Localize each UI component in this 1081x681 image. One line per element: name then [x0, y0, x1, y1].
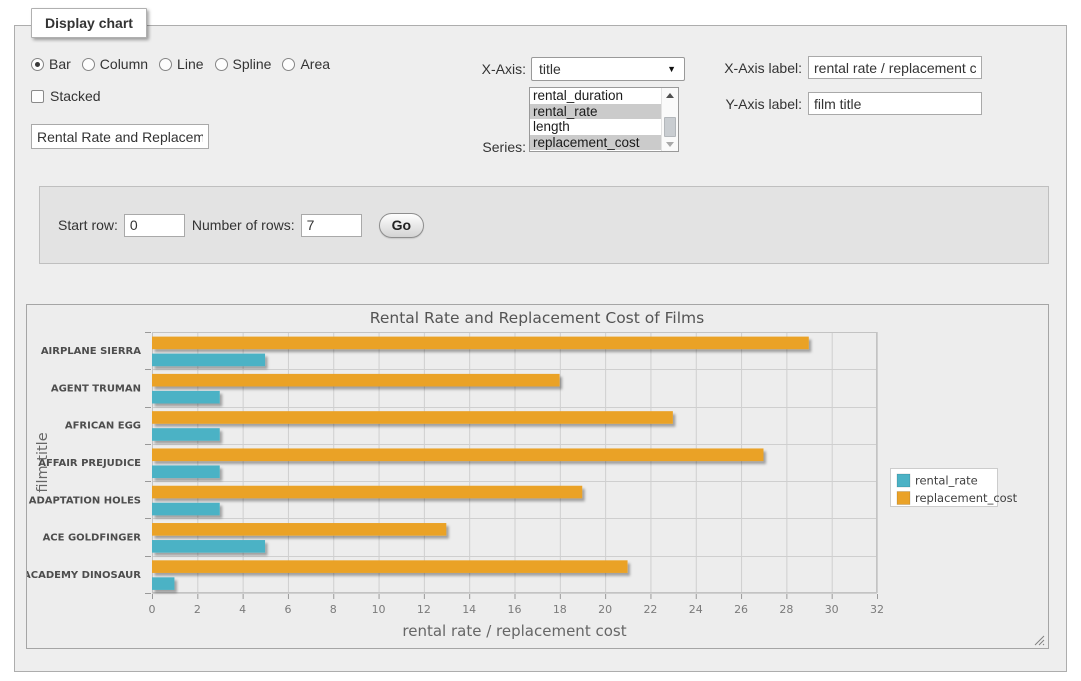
- start-row-input[interactable]: [124, 214, 185, 237]
- series-select-label: Series:: [410, 139, 526, 155]
- radio-label: Line: [177, 56, 203, 72]
- svg-text:12: 12: [417, 603, 431, 616]
- radio-icon[interactable]: [31, 58, 44, 71]
- svg-text:14: 14: [462, 603, 476, 616]
- svg-text:ACE GOLDFINGER: ACE GOLDFINGER: [43, 533, 142, 544]
- radio-label: Area: [300, 56, 330, 72]
- chart-container[interactable]: 02468101214161820222426283032AIRPLANE SI…: [26, 304, 1049, 649]
- svg-text:ADAPTATION HOLES: ADAPTATION HOLES: [29, 495, 141, 506]
- radio-icon[interactable]: [282, 58, 295, 71]
- radio-icon[interactable]: [215, 58, 228, 71]
- resize-handle-icon[interactable]: [1035, 636, 1044, 645]
- series-option-rental_duration[interactable]: rental_duration: [530, 88, 661, 104]
- svg-text:AFRICAN EGG: AFRICAN EGG: [65, 421, 141, 432]
- panel-title: Display chart: [31, 8, 147, 38]
- y-axis-label-input[interactable]: [808, 92, 982, 115]
- svg-text:AFFAIR PREJUDICE: AFFAIR PREJUDICE: [38, 458, 141, 469]
- x-axis-label-caption: X-Axis label:: [665, 60, 802, 76]
- svg-text:film title: film title: [35, 432, 51, 492]
- start-row-label: Start row:: [58, 217, 118, 233]
- svg-text:AGENT TRUMAN: AGENT TRUMAN: [51, 383, 141, 394]
- chart-type-option-area[interactable]: Area: [282, 56, 330, 72]
- go-button[interactable]: Go: [379, 213, 424, 238]
- x-axis-label-input[interactable]: [808, 56, 982, 79]
- svg-text:24: 24: [689, 603, 703, 616]
- scroll-down-icon[interactable]: [662, 137, 678, 151]
- svg-text:26: 26: [734, 603, 748, 616]
- series-listbox[interactable]: rental_durationrental_ratelengthreplacem…: [529, 87, 679, 152]
- svg-text:Rental Rate and Replacement Co: Rental Rate and Replacement Cost of Film…: [370, 309, 704, 327]
- svg-text:replacement_cost: replacement_cost: [915, 491, 1018, 505]
- radio-label: Bar: [49, 56, 71, 72]
- y-axis-label-caption: Y-Axis label:: [665, 96, 802, 112]
- series-options: rental_durationrental_ratelengthreplacem…: [530, 88, 661, 151]
- x-axis-select-label: X-Axis:: [410, 61, 526, 77]
- svg-text:AIRPLANE SIERRA: AIRPLANE SIERRA: [41, 346, 141, 357]
- svg-text:16: 16: [508, 603, 522, 616]
- svg-text:18: 18: [553, 603, 567, 616]
- chart-type-options: Bar Column Line Spline Area: [31, 56, 330, 72]
- stacked-label: Stacked: [50, 88, 101, 104]
- chart-title-input[interactable]: [31, 124, 209, 149]
- chart-type-option-column[interactable]: Column: [82, 56, 148, 72]
- svg-text:4: 4: [239, 603, 246, 616]
- stacked-checkbox[interactable]: [31, 90, 44, 103]
- svg-text:10: 10: [372, 603, 386, 616]
- number-of-rows-input[interactable]: [301, 214, 362, 237]
- radio-icon[interactable]: [82, 58, 95, 71]
- svg-text:8: 8: [330, 603, 337, 616]
- chart-type-option-bar[interactable]: Bar: [31, 56, 71, 72]
- rows-panel: Start row: Number of rows: Go: [39, 186, 1049, 264]
- display-chart-fieldset: Display chart BarColumnLineSplineArea St…: [14, 25, 1067, 672]
- svg-text:rental rate / replacement cost: rental rate / replacement cost: [402, 622, 626, 640]
- svg-text:20: 20: [598, 603, 612, 616]
- series-option-replacement_cost[interactable]: replacement_cost: [530, 135, 661, 151]
- chart-type-option-line[interactable]: Line: [159, 56, 203, 72]
- series-option-rental_rate[interactable]: rental_rate: [530, 104, 661, 120]
- radio-label: Spline: [233, 56, 272, 72]
- svg-text:0: 0: [149, 603, 156, 616]
- stacked-option[interactable]: Stacked: [31, 88, 101, 104]
- svg-text:32: 32: [870, 603, 884, 616]
- radio-label: Column: [100, 56, 148, 72]
- scrollbar-thumb[interactable]: [664, 117, 676, 137]
- svg-text:rental_rate: rental_rate: [915, 474, 978, 488]
- svg-text:28: 28: [779, 603, 793, 616]
- x-axis-select[interactable]: title ▼: [531, 57, 685, 81]
- svg-text:ACADEMY DINOSAUR: ACADEMY DINOSAUR: [27, 570, 141, 581]
- chart-type-option-spline[interactable]: Spline: [215, 56, 272, 72]
- x-axis-selected-value: title: [539, 61, 667, 77]
- number-of-rows-label: Number of rows:: [192, 217, 295, 233]
- radio-icon[interactable]: [159, 58, 172, 71]
- svg-text:22: 22: [643, 603, 657, 616]
- svg-text:2: 2: [194, 603, 201, 616]
- series-option-length[interactable]: length: [530, 119, 661, 135]
- svg-text:6: 6: [284, 603, 291, 616]
- bar-chart: 02468101214161820222426283032AIRPLANE SI…: [27, 305, 1048, 648]
- svg-text:30: 30: [825, 603, 839, 616]
